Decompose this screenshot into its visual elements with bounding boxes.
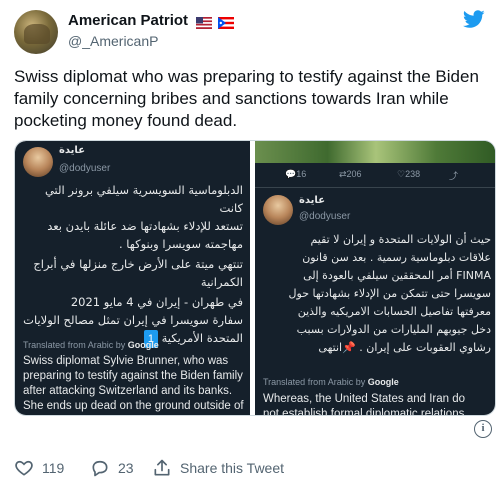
like-stat: ♡ 238 (397, 169, 421, 179)
like-count: 119 (42, 460, 65, 476)
arabic-text-right: حيث أن الولايات المتحدة و إيران لا تقيم … (259, 231, 491, 357)
author-flags (196, 14, 236, 31)
arabic-line: في طهران - إيران في 4 مايو 2021 (70, 295, 243, 309)
arabic-line: تستعد للإدلاء بشهادتها ضد عائلة بايدن بع… (47, 219, 243, 233)
tweet-header: American Patriot @_AmericanP (14, 8, 486, 58)
share-label: Share this Tweet (180, 460, 285, 476)
reply-count: 16 (296, 169, 307, 179)
twitter-bird-icon[interactable] (462, 8, 486, 30)
arabic-line: معرفتها تفاصيل الحسابات الامريكيه والذين (297, 305, 491, 318)
arabic-line: حيث أن الولايات المتحدة و إيران لا تقيم (310, 233, 491, 246)
arabic-line: سفارة سويسرا في إيران تمثل مصالح الولايا… (23, 313, 243, 327)
arabic-line: علاقات دبلوماسية رسمية . بعد سن قانون (302, 251, 491, 264)
english-translation-right: Whereas, the United States and Iran do n… (263, 392, 495, 416)
translated-by-google: Translated from Arabic by Google (263, 377, 399, 387)
share-icon (154, 459, 170, 476)
reply-count: 23 (118, 460, 134, 476)
translated-by-google: Translated from Arabic by Google (23, 340, 159, 350)
heart-icon (15, 460, 33, 476)
author-name[interactable]: American Patriot (68, 12, 236, 31)
retweet-count: 206 (346, 169, 362, 179)
quoted-stats: 💬 16 ⇄ 206 ♡ 238 ⤴ (255, 169, 495, 185)
arabic-line: مهاجمته سويسرا وبنوكها . (118, 237, 243, 251)
translated-label: Translated from Arabic by (263, 377, 366, 387)
puerto-rico-flag-icon (218, 17, 235, 30)
arabic-line: رشاوي العقوبات على إيران . 📌انتهى (318, 341, 491, 354)
media-image-left[interactable]: عايدة @dodyuser الدبلوماسية السويسرية سي… (15, 141, 250, 415)
arabic-line: الكمرانية (200, 275, 243, 289)
quoted-avatar (263, 195, 293, 225)
english-line: preparing to testify against the Biden f… (23, 370, 243, 382)
english-translation-left: Swiss diplomat Sylvie Brunner, who was p… (23, 354, 249, 414)
quoted-handle: @dodyuser (59, 163, 111, 174)
english-line: after attacking Switzerland and its bank… (23, 385, 233, 397)
like-count: 238 (405, 169, 421, 179)
info-icon[interactable]: i (474, 420, 492, 438)
share-mini-icon: ⤴ (449, 171, 459, 181)
tweet-media[interactable]: عايدة @dodyuser الدبلوماسية السويسرية سي… (14, 140, 496, 416)
google-brand: Google (367, 377, 399, 387)
embedded-photo-strip (255, 141, 495, 163)
arabic-line: تنتهي ميتة على الأرض خارج منزلها في أبرا… (33, 257, 243, 271)
author-display-name[interactable]: American Patriot (68, 12, 188, 29)
quoted-name: عايدة (59, 145, 86, 156)
arabic-line: المتحدة الأمريكية (161, 331, 243, 345)
like-button[interactable]: 119 (14, 458, 64, 478)
author-handle[interactable]: @_AmericanP (68, 33, 158, 49)
quoted-handle: @dodyuser (299, 211, 351, 222)
divider (255, 187, 495, 188)
english-line: Whereas, the United States and Iran do (263, 393, 466, 405)
arabic-text-left: الدبلوماسية السويسرية سيلفي برونر التي ك… (21, 181, 243, 348)
tweet-actions: 119 23 Share this Tweet (14, 458, 484, 482)
us-flag-icon (196, 17, 213, 30)
english-line: not establish formal diplomatic relation… (263, 408, 468, 416)
reply-stat: 💬 16 (285, 169, 307, 179)
retweet-stat: ⇄ 206 (339, 169, 362, 179)
arabic-line: الدبلوماسية السويسرية سيلفي برونر التي ك… (44, 183, 243, 215)
share-button[interactable]: Share this Tweet (152, 458, 284, 478)
quoted-avatar (23, 147, 53, 177)
author-avatar[interactable] (14, 10, 58, 54)
reply-button[interactable]: 23 (90, 458, 134, 478)
quoted-name: عايدة (299, 195, 326, 206)
english-line: Swiss diplomat Sylvie Brunner, who was (23, 355, 229, 367)
media-image-right[interactable]: 💬 16 ⇄ 206 ♡ 238 ⤴ عايدة @dodyuser حيث أ… (255, 141, 495, 416)
reply-icon (92, 460, 108, 477)
arabic-line: دخل جيوبهم المليارات من الدولارات بسبب (296, 323, 491, 336)
tweet-text: Swiss diplomat who was preparing to test… (14, 67, 479, 130)
translated-label: Translated from Arabic by (23, 340, 126, 350)
arabic-line: سويسرا حتى تتمكن من الإدلاء بشهادتها حول (288, 287, 491, 300)
english-line: She ends up dead on the ground outside o… (23, 400, 244, 412)
google-brand: Google (127, 340, 159, 350)
arabic-line: FINMA أمر المحققين سيلفي بالعودة إلى (303, 269, 491, 282)
